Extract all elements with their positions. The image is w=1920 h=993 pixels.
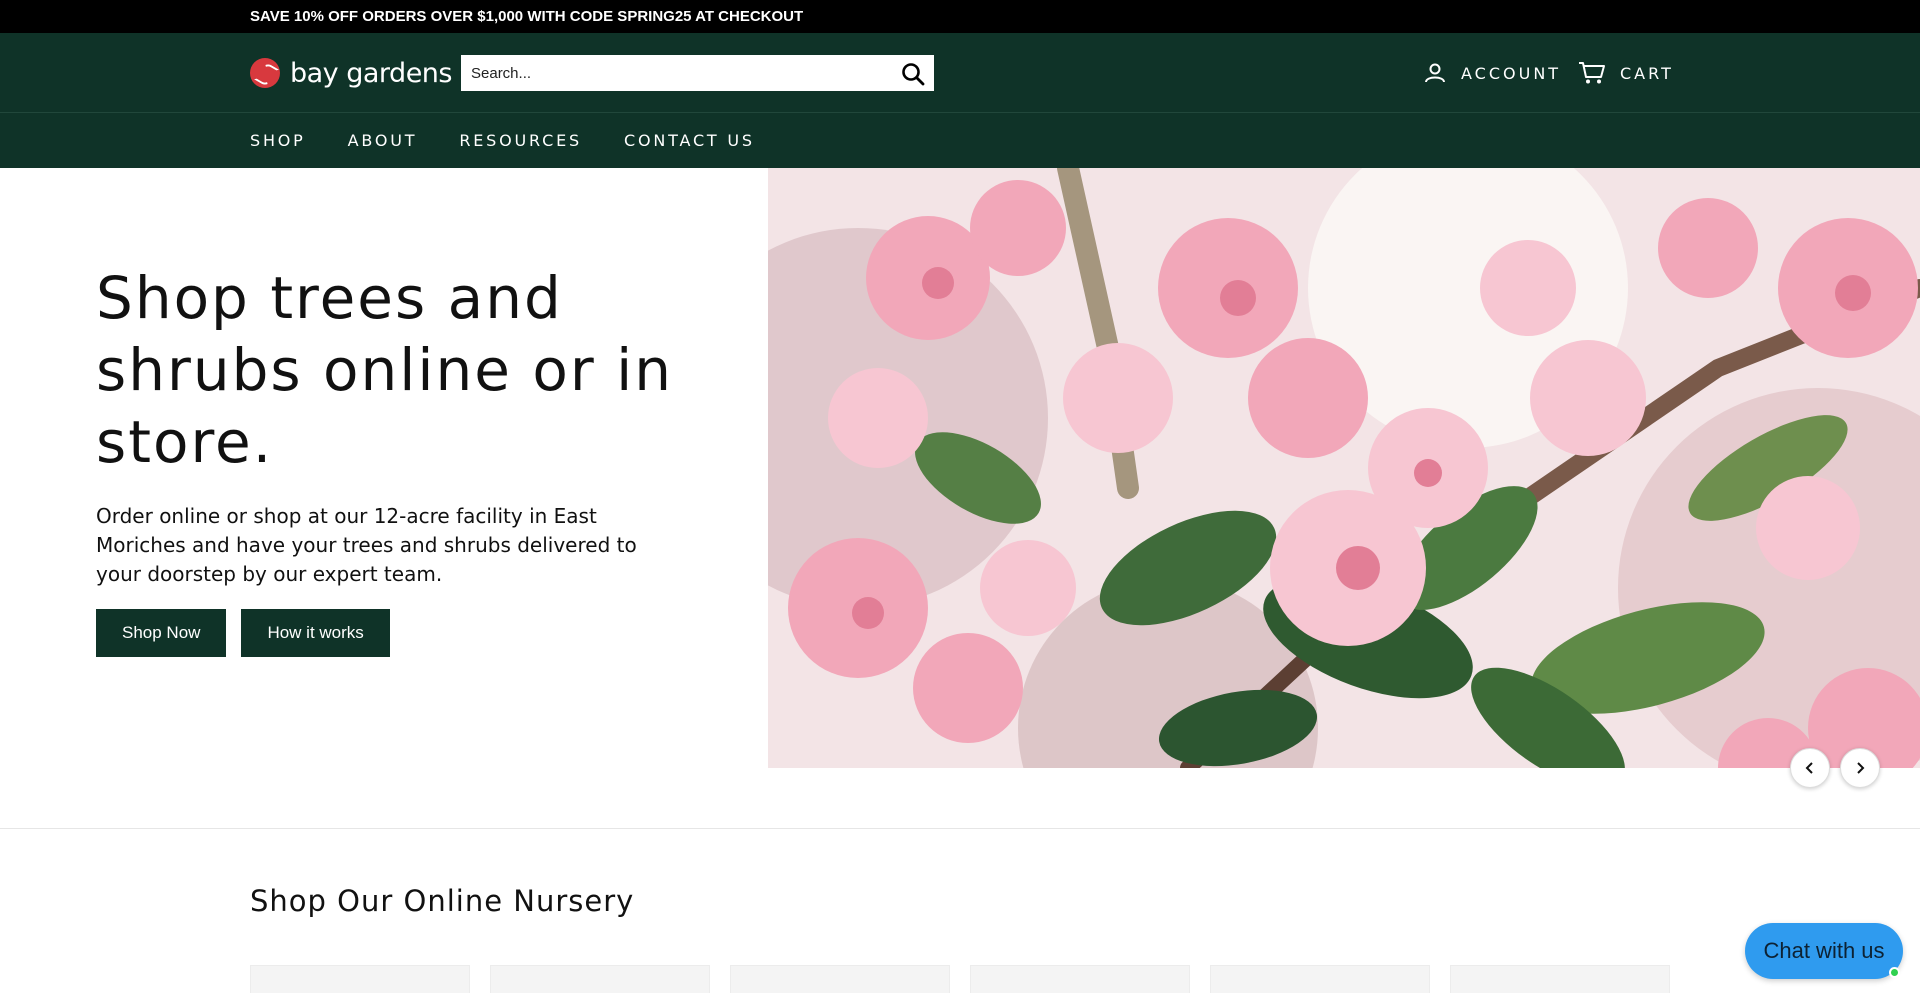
user-icon <box>1425 63 1445 83</box>
category-card[interactable] <box>970 965 1190 993</box>
category-card[interactable] <box>1450 965 1670 993</box>
site-header: bay gardens ACCOUNT CART <box>0 33 1920 113</box>
announcement-bar: SAVE 10% OFF ORDERS OVER $1,000 WITH COD… <box>0 0 1920 33</box>
logo-text: bay gardens <box>290 57 452 89</box>
hero-title: Shop trees and shrubs online or in store… <box>96 264 674 476</box>
cart-label: CART <box>1620 63 1674 83</box>
chat-button[interactable]: Chat with us <box>1745 923 1903 979</box>
category-card[interactable] <box>1210 965 1430 993</box>
nav-item-shop[interactable]: SHOP <box>250 131 306 150</box>
slideshow-prev-button[interactable] <box>1790 748 1830 788</box>
hero-image-cherry-blossoms <box>768 168 1920 768</box>
shop-now-button[interactable]: Shop Now <box>96 609 227 657</box>
cart-link[interactable]: CART <box>1578 60 1674 86</box>
account-label: ACCOUNT <box>1461 63 1562 83</box>
leaf-logo-icon <box>250 58 280 88</box>
chevron-right-icon <box>1857 762 1865 774</box>
section-title: Shop Our Online Nursery <box>250 884 635 918</box>
search-form <box>460 54 935 92</box>
nav-item-resources[interactable]: RESOURCES <box>459 131 582 150</box>
search-icon <box>902 63 925 86</box>
main-nav: SHOP ABOUT RESOURCES CONTACT US <box>0 113 1920 168</box>
section-divider <box>0 828 1920 829</box>
product-category-grid <box>250 965 1670 993</box>
slideshow-next-button[interactable] <box>1840 748 1880 788</box>
cart-icon <box>1579 62 1605 84</box>
hero-buttons: Shop Now How it works <box>96 609 696 657</box>
online-status-dot <box>1889 967 1900 978</box>
category-card[interactable] <box>730 965 950 993</box>
category-card[interactable] <box>250 965 470 993</box>
hero-content: Shop trees and shrubs online or in store… <box>96 262 696 657</box>
search-input[interactable] <box>461 55 881 91</box>
logo-link[interactable]: bay gardens <box>250 57 452 89</box>
nav-item-about[interactable]: ABOUT <box>348 131 418 150</box>
nav-item-contact[interactable]: CONTACT US <box>624 131 755 150</box>
category-card[interactable] <box>490 965 710 993</box>
hero-subtitle: Order online or shop at our 12-acre faci… <box>96 504 637 586</box>
account-link[interactable]: ACCOUNT <box>1423 60 1561 86</box>
chevron-left-icon <box>1805 762 1813 774</box>
announcement-text: SAVE 10% OFF ORDERS OVER $1,000 WITH COD… <box>250 8 804 25</box>
search-button[interactable] <box>900 61 926 87</box>
how-it-works-button[interactable]: How it works <box>241 609 390 657</box>
